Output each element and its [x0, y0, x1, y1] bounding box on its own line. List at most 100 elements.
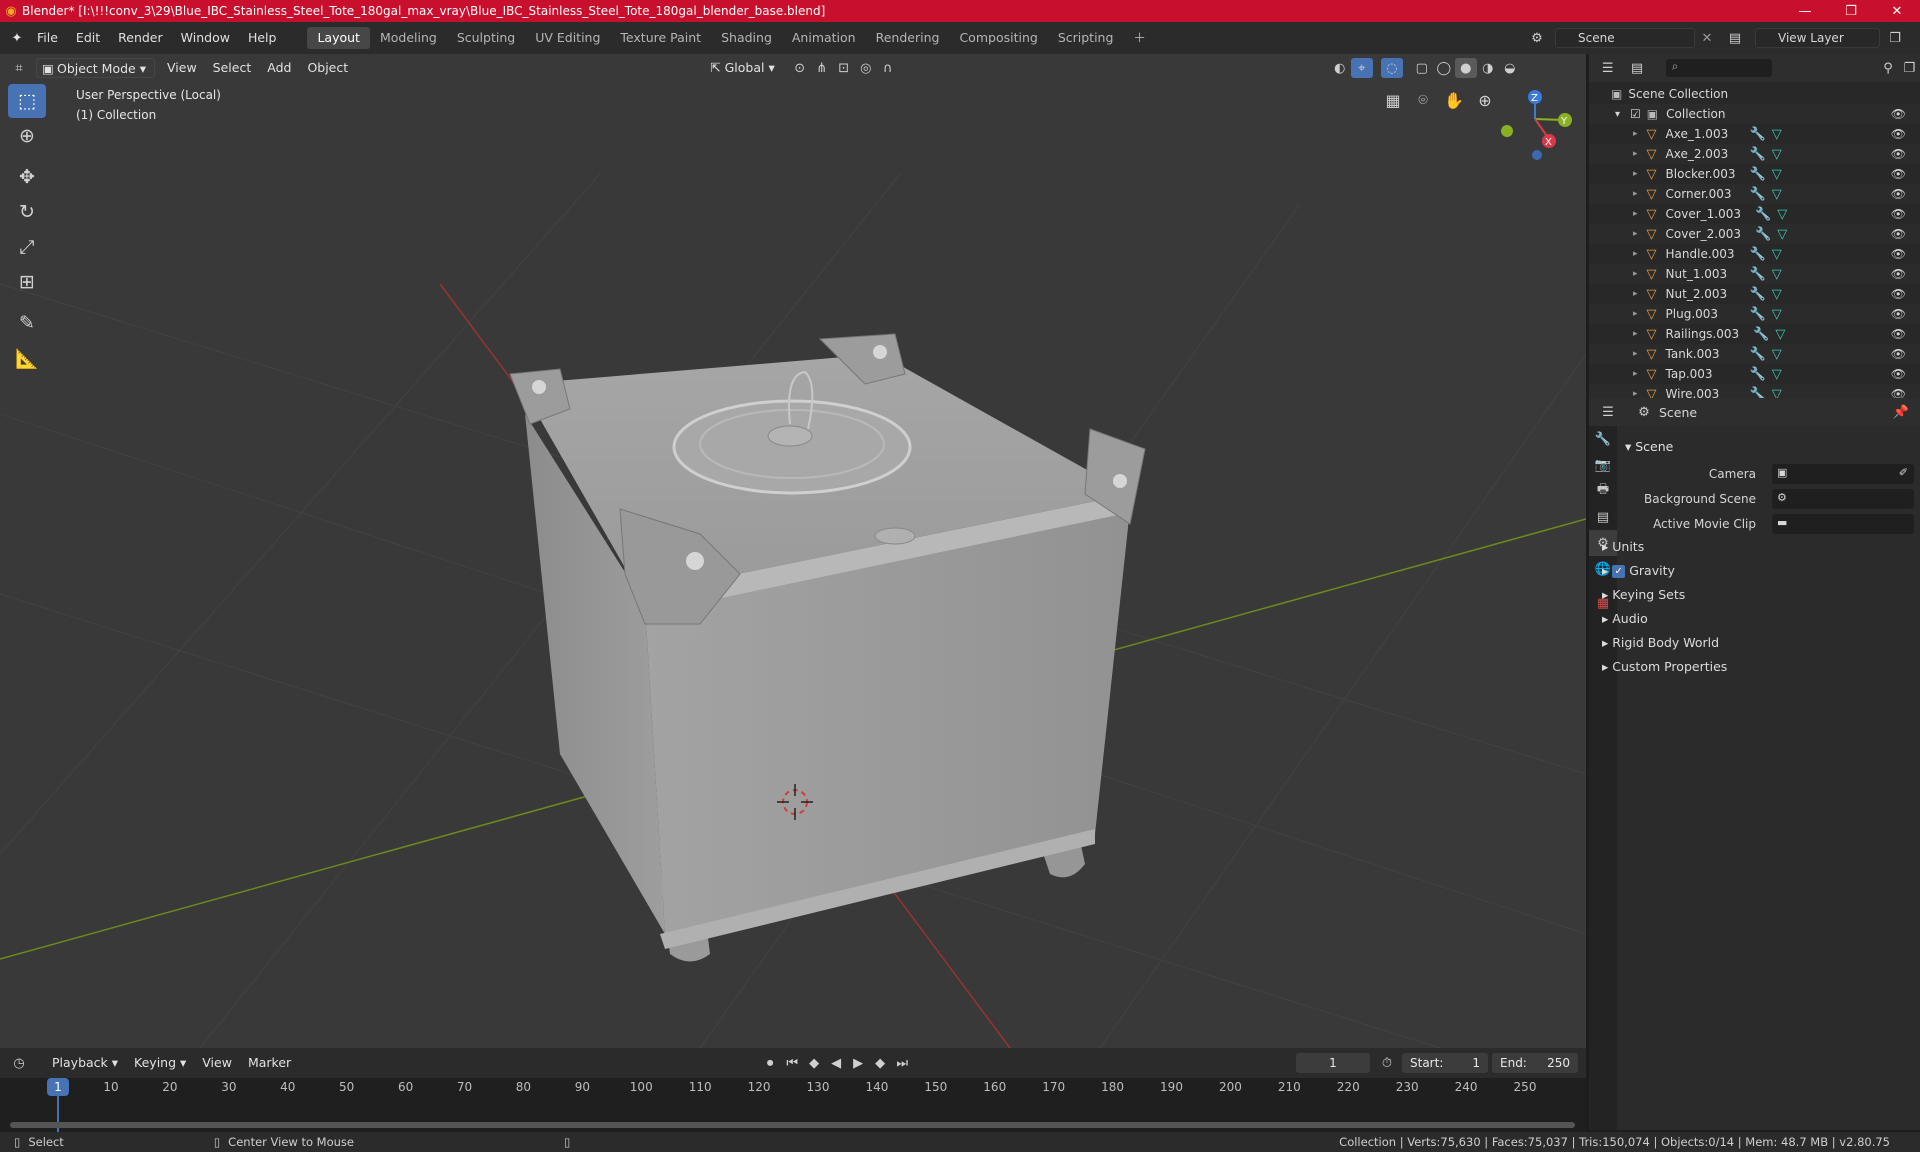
eye-icon[interactable]: 👁: [1891, 347, 1906, 361]
modifier-icon[interactable]: 🔧: [1750, 267, 1766, 282]
view-layer-tab-icon[interactable]: ▤: [1589, 504, 1617, 530]
jump-start-icon[interactable]: ⏮: [781, 1053, 803, 1073]
outliner-object-row[interactable]: ▸ ▽ Axe_1.003 🔧 ▽ 👁: [1589, 124, 1920, 144]
modifier-icon[interactable]: 🔧: [1750, 147, 1766, 162]
modifier-icon[interactable]: 🔧: [1753, 327, 1769, 342]
falloff-icon[interactable]: ∩: [877, 58, 899, 78]
current-frame-field[interactable]: 1: [1296, 1053, 1370, 1073]
mesh-data-icon[interactable]: ▽: [1775, 327, 1785, 342]
tab-scripting[interactable]: Scripting: [1048, 27, 1124, 49]
expand-arrow-icon[interactable]: ▸: [1633, 169, 1638, 179]
filter-icon[interactable]: ⚲: [1877, 58, 1898, 78]
scene-panel-header[interactable]: ▾ Scene: [1625, 436, 1673, 458]
expand-arrow-icon[interactable]: ▸: [1633, 149, 1638, 159]
tool-tab-icon[interactable]: 🔧: [1589, 426, 1617, 452]
minimize-button[interactable]: —: [1782, 0, 1828, 22]
move-tool-icon[interactable]: ✥: [8, 160, 46, 194]
zoom-icon[interactable]: ⊕: [1471, 86, 1499, 114]
tab-layout[interactable]: Layout: [307, 27, 370, 49]
active-movie-clip-field[interactable]: ▬: [1772, 514, 1914, 534]
gravity-panel[interactable]: ▸ ✓ Gravity: [1602, 560, 1914, 582]
expand-arrow-icon[interactable]: ▸: [1633, 249, 1638, 259]
modifier-icon[interactable]: 🔧: [1750, 307, 1766, 322]
mesh-data-icon[interactable]: ▽: [1772, 267, 1782, 282]
cursor-tool-icon[interactable]: ⊕: [8, 119, 46, 153]
menu-file[interactable]: File: [28, 27, 67, 49]
outliner-scene-collection[interactable]: ▣ Scene Collection: [1589, 84, 1920, 104]
timeline-scrollbar[interactable]: [10, 1122, 1575, 1128]
mesh-data-icon[interactable]: ▽: [1772, 247, 1782, 262]
expand-arrow-icon[interactable]: ▸: [1633, 269, 1638, 279]
modifier-icon[interactable]: 🔧: [1750, 247, 1766, 262]
modifier-icon[interactable]: 🔧: [1750, 347, 1766, 362]
modifier-icon[interactable]: 🔧: [1750, 127, 1766, 142]
blender-menu-icon[interactable]: ✦: [6, 28, 28, 48]
modifier-icon[interactable]: 🔧: [1750, 167, 1766, 182]
xray-icon[interactable]: ▢: [1411, 58, 1433, 78]
eye-icon[interactable]: 👁: [1891, 307, 1906, 321]
outliner-object-row[interactable]: ▸ ▽ Tap.003 🔧 ▽ 👁: [1589, 364, 1920, 384]
eye-icon[interactable]: 👁: [1891, 367, 1906, 381]
outliner-search-input[interactable]: ⌕: [1665, 59, 1773, 77]
custom-properties-panel[interactable]: ▸ Custom Properties: [1602, 656, 1914, 678]
snap-target-icon[interactable]: ⊡: [833, 58, 855, 78]
view-layer-icon[interactable]: ▤: [1724, 28, 1746, 48]
tab-shading[interactable]: Shading: [711, 27, 782, 49]
mesh-data-icon[interactable]: ▽: [1772, 187, 1782, 202]
outliner-object-row[interactable]: ▸ ▽ Nut_2.003 🔧 ▽ 👁: [1589, 284, 1920, 304]
playback-menu[interactable]: Playback ▾: [44, 1053, 126, 1073]
gravity-checkbox[interactable]: ✓: [1612, 565, 1626, 578]
tab-texture-paint[interactable]: Texture Paint: [610, 27, 711, 49]
mesh-data-icon[interactable]: ▽: [1772, 167, 1782, 182]
snap-icon[interactable]: ⋔: [811, 58, 833, 78]
annotate-tool-icon[interactable]: ✎: [8, 306, 46, 340]
eye-icon[interactable]: 👁: [1891, 167, 1906, 181]
expand-arrow-icon[interactable]: ▾: [1615, 109, 1620, 120]
eye-icon[interactable]: 👁: [1891, 327, 1906, 341]
expand-arrow-icon[interactable]: ▸: [1633, 349, 1638, 359]
eye-icon[interactable]: 👁: [1891, 107, 1906, 121]
background-scene-field[interactable]: ⚙: [1772, 489, 1914, 509]
checkbox-icon[interactable]: ☑: [1630, 107, 1641, 121]
mode-dropdown[interactable]: ▣ Object Mode ▾: [36, 58, 155, 78]
outliner-object-row[interactable]: ▸ ▽ Railings.003 🔧 ▽ 👁: [1589, 324, 1920, 344]
orientation-dropdown[interactable]: ⇱ Global ▾: [702, 58, 783, 78]
camera-field[interactable]: ▣ ✐: [1772, 464, 1914, 484]
eye-icon[interactable]: 👁: [1891, 207, 1906, 221]
rendered-shading-icon[interactable]: ◒: [1499, 58, 1521, 78]
outliner-object-row[interactable]: ▸ ▽ Tank.003 🔧 ▽ 👁: [1589, 344, 1920, 364]
units-panel[interactable]: ▸ Units: [1602, 536, 1914, 558]
menu-help[interactable]: Help: [239, 27, 286, 49]
add-workspace-icon[interactable]: ＋: [1123, 27, 1156, 49]
mesh-data-icon[interactable]: ▽: [1777, 207, 1787, 222]
material-shading-icon[interactable]: ◑: [1477, 58, 1499, 78]
stopwatch-icon[interactable]: ⏱: [1376, 1053, 1398, 1073]
end-frame-field[interactable]: End: 250: [1492, 1053, 1578, 1073]
transform-tool-icon[interactable]: ⊞: [8, 265, 46, 299]
perspective-toggle-icon[interactable]: ▦: [1379, 86, 1407, 114]
rigid-body-world-panel[interactable]: ▸ Rigid Body World: [1602, 632, 1914, 654]
eye-icon[interactable]: 👁: [1891, 247, 1906, 261]
3d-viewport[interactable]: Z Y X User Perspective (Local) (1) Colle…: [0, 54, 1586, 1048]
wireframe-shading-icon[interactable]: ◯: [1433, 58, 1455, 78]
eye-icon[interactable]: 👁: [1891, 227, 1906, 241]
scene-close-icon[interactable]: ✕: [1696, 28, 1718, 48]
expand-arrow-icon[interactable]: ▸: [1633, 189, 1638, 199]
eye-icon[interactable]: 👁: [1891, 287, 1906, 301]
tab-modeling[interactable]: Modeling: [370, 27, 447, 49]
prev-keyframe-icon[interactable]: ◆: [803, 1053, 825, 1073]
maximize-button[interactable]: ❐: [1828, 0, 1874, 22]
pivot-icon[interactable]: ⊙: [789, 58, 811, 78]
camera-view-icon[interactable]: ⌾: [1409, 86, 1437, 114]
modifier-icon[interactable]: 🔧: [1750, 287, 1766, 302]
jump-end-icon[interactable]: ⏭: [891, 1053, 913, 1073]
tab-sculpting[interactable]: Sculpting: [447, 27, 525, 49]
select-menu[interactable]: Select: [205, 58, 260, 78]
gizmo-toggle-icon[interactable]: ⌖: [1350, 58, 1373, 78]
outliner-object-row[interactable]: ▸ ▽ Cover_2.003 🔧 ▽ 👁: [1589, 224, 1920, 244]
eyedropper-icon[interactable]: ✐: [1899, 466, 1908, 479]
properties-editor-icon[interactable]: ☰: [1597, 402, 1619, 422]
output-tab-icon[interactable]: 🖶: [1589, 478, 1617, 504]
close-button[interactable]: ✕: [1874, 0, 1920, 22]
pan-hand-icon[interactable]: ✋: [1440, 86, 1468, 114]
